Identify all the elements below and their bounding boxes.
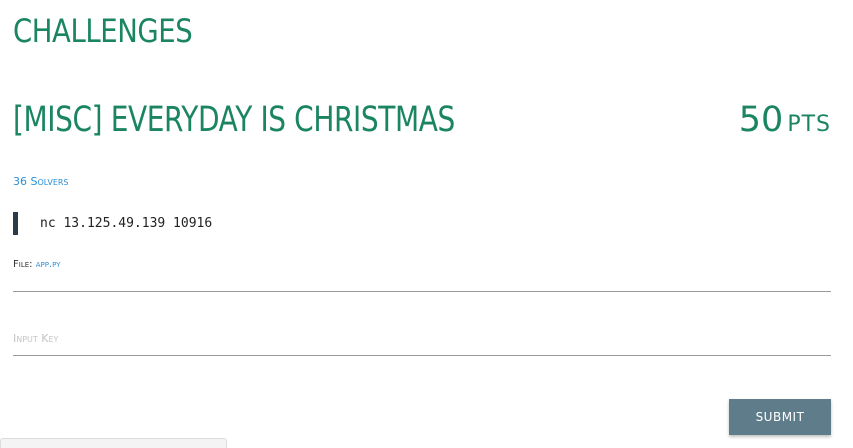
file-label: File: (13, 259, 33, 270)
file-download-link[interactable]: app.py (36, 259, 61, 270)
connection-command: nc 13.125.49.139 10916 (40, 216, 213, 231)
key-input[interactable] (13, 322, 831, 356)
points-unit: PTS (787, 112, 831, 137)
points-value: 50 (738, 100, 784, 140)
submit-button[interactable]: SUBMIT (729, 399, 831, 435)
challenge-points: 50 PTS (739, 100, 831, 140)
solvers-link[interactable]: 36 Solvers (13, 175, 69, 188)
connection-command-block: nc 13.125.49.139 10916 (13, 212, 212, 235)
bottom-tab[interactable] (0, 438, 227, 448)
divider (13, 291, 831, 292)
file-line: File: app.py (13, 259, 60, 270)
challenge-title: [MISC] EVERYDAY IS CHRISTMAS (13, 100, 455, 140)
page-heading: CHALLENGES (13, 12, 193, 50)
